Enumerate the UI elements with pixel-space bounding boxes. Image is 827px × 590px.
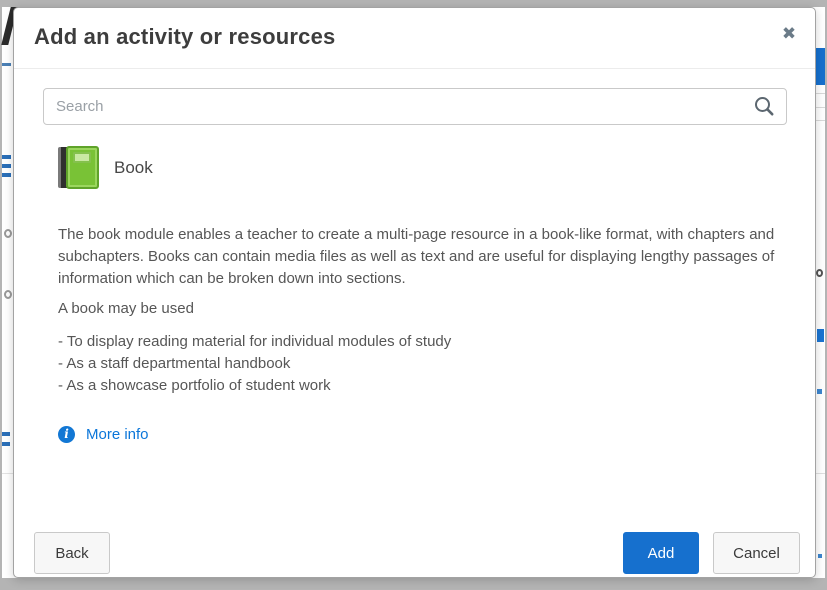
info-icon: i [58,426,75,443]
more-info-label: More info [86,426,149,443]
background-link-fragment [2,155,11,181]
background-text-fragment [816,269,823,277]
usage-list-item: - To display reading material for indivi… [58,331,451,353]
modal-header: Add an activity or resources ✖ [14,8,815,68]
module-name: Book [114,158,153,178]
background-text-fragment [4,290,12,299]
modal-title: Add an activity or resources [34,24,335,50]
background-link-fragment [817,389,822,394]
cancel-button[interactable]: Cancel [713,532,800,574]
background-link-fragment [2,432,10,454]
activity-chooser-modal: Add an activity or resources ✖ Book The … [13,7,816,578]
search-box [43,88,787,125]
header-divider [14,68,815,69]
background-link-fragment [2,63,11,66]
search-input[interactable] [43,88,787,125]
background-table-fragment [816,93,825,121]
add-button[interactable]: Add [623,532,699,574]
usage-list: - To display reading material for indivi… [58,331,451,397]
book-icon [58,146,99,189]
background-button-fragment [816,48,825,85]
back-button[interactable]: Back [34,532,110,574]
usage-list-item: - As a staff departmental handbook [58,353,451,375]
background-text-fragment [4,229,12,238]
background-link-fragment [817,329,824,342]
close-icon[interactable]: ✖ [776,21,802,47]
module-header-row: Book [58,146,153,189]
background-divider-fragment [2,473,13,474]
background-link-fragment [818,554,822,558]
module-description: The book module enables a teacher to cre… [58,224,803,290]
usage-intro: A book may be used [58,300,194,317]
usage-list-item: - As a showcase portfolio of student wor… [58,375,451,397]
more-info-link[interactable]: i More info [58,426,149,443]
